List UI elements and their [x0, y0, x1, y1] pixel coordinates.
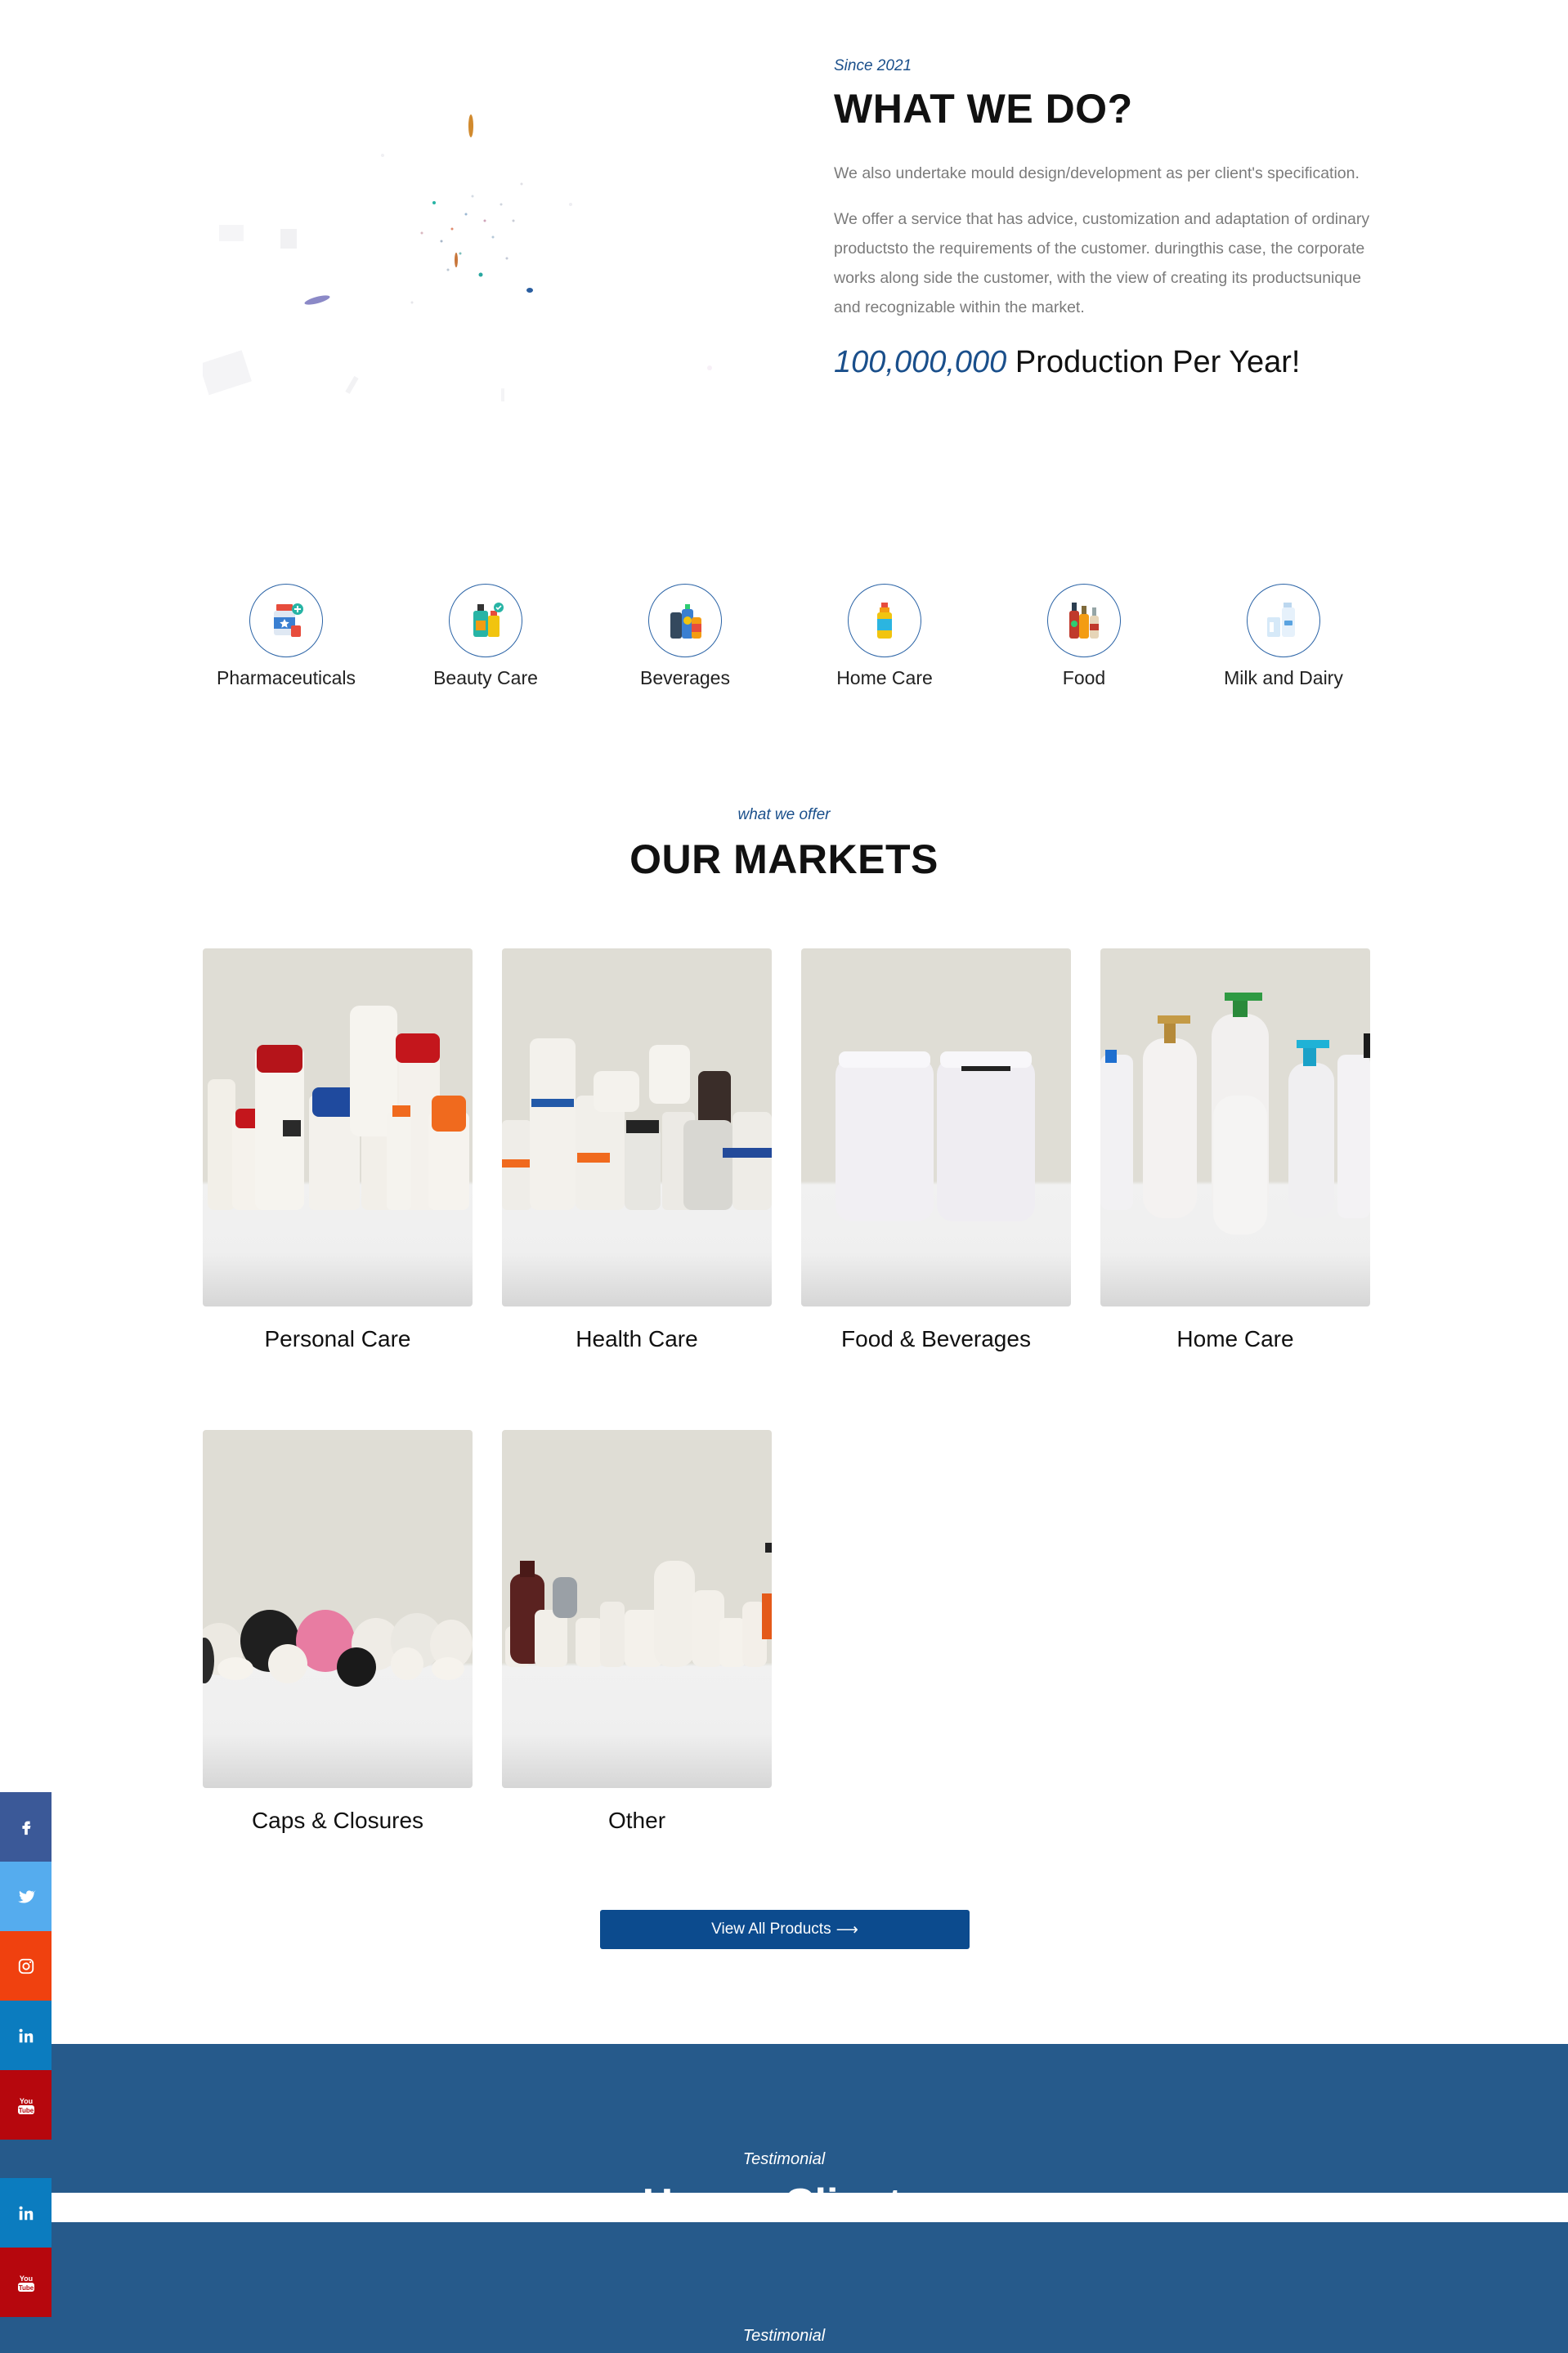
instagram-link[interactable]: [0, 1931, 52, 2001]
linkedin-link-repeat[interactable]: [0, 2178, 52, 2248]
other-image: [502, 1430, 772, 1788]
market-card-label: Food & Beverages: [841, 1326, 1031, 1351]
svg-text:You: You: [19, 2275, 32, 2283]
category-icons-row: Pharmaceuticals Beauty Care Beverages Ho…: [204, 584, 1365, 698]
testimonial-section: Testimonial Happy Clients: [0, 2044, 1568, 2193]
market-card-health-care[interactable]: Health Care: [502, 948, 772, 1352]
linkedin-link[interactable]: [0, 2001, 52, 2070]
testimonial-subtitle: Testimonial: [742, 2327, 826, 2345]
category-beauty-care[interactable]: Beauty Care: [404, 584, 567, 689]
youtube-link-repeat[interactable]: You Tube: [0, 2248, 52, 2317]
svg-text:You: You: [19, 2097, 32, 2105]
what-we-do-paragraph-2: We offer a service that has advice, cust…: [834, 210, 1370, 316]
food-icon: [1047, 584, 1121, 657]
beverages-icon: [648, 584, 722, 657]
markets-title: OUR MARKETS: [629, 836, 939, 882]
testimonial-section-repeat: Testimonial: [0, 2222, 1568, 2353]
testimonial-title: Happy Clients: [0, 2180, 1568, 2193]
beauty-care-icon: [449, 584, 522, 657]
market-card-other[interactable]: Other: [502, 1430, 772, 1834]
category-label: Food: [1062, 667, 1106, 688]
market-card-label: Personal Care: [264, 1326, 411, 1351]
linkedin-icon: [19, 2028, 33, 2042]
production-label: Production Per Year!: [1006, 345, 1301, 379]
milk-dairy-icon: [1247, 584, 1320, 657]
market-card-home-care[interactable]: Home Care: [1100, 948, 1370, 1352]
section-divider: [0, 2193, 1568, 2222]
youtube-link[interactable]: You Tube: [0, 2070, 52, 2140]
home-care-icon: [848, 584, 921, 657]
food-beverages-image: [801, 948, 1071, 1306]
linkedin-icon: [19, 2206, 33, 2220]
view-all-products-button[interactable]: View All Products ⟶: [600, 1910, 970, 1949]
market-card-label: Home Care: [1176, 1326, 1294, 1351]
market-card-caps-closures[interactable]: Caps & Closures: [203, 1430, 473, 1834]
arrow-right-icon: ⟶: [836, 1920, 858, 1938]
health-care-image: [502, 948, 772, 1306]
production-stat: 100,000,000 Production Per Year!: [834, 345, 1373, 380]
facebook-icon: [21, 1821, 30, 1835]
category-label: Home Care: [836, 667, 933, 688]
svg-text:Tube: Tube: [18, 2284, 34, 2292]
markets-subtitle: what we offer: [737, 806, 831, 823]
category-label: Pharmaceuticals: [216, 667, 356, 688]
home-care-image: [1100, 948, 1370, 1306]
what-we-do-section: Since 2021 WHAT WE DO? We also undertake…: [834, 57, 1373, 380]
hero-particle-image: [199, 65, 775, 425]
instagram-icon: [18, 1958, 34, 1974]
what-we-do-paragraph-1: We also undertake mould design/developme…: [834, 164, 1360, 182]
category-pharmaceuticals[interactable]: Pharmaceuticals: [204, 584, 368, 689]
twitter-link[interactable]: [0, 1862, 52, 1931]
youtube-icon: YouTube: [17, 2275, 34, 2292]
caps-closures-image: [203, 1430, 473, 1788]
twitter-icon: [17, 1889, 36, 1903]
market-card-food-beverages[interactable]: Food & Beverages: [801, 948, 1071, 1352]
category-label: Beauty Care: [433, 667, 538, 688]
what-we-do-title: WHAT WE DO?: [834, 86, 1133, 132]
since-label: Since 2021: [834, 57, 912, 74]
market-card-label: Caps & Closures: [251, 1808, 424, 1833]
category-beverages[interactable]: Beverages: [603, 584, 767, 689]
production-number: 100,000,000: [834, 345, 1007, 379]
personal-care-image: [203, 948, 473, 1306]
svg-text:Tube: Tube: [18, 2107, 34, 2114]
youtube-icon: You Tube: [17, 2097, 34, 2114]
market-card-label: Other: [607, 1808, 666, 1833]
testimonial-subtitle: Testimonial: [742, 2150, 826, 2168]
facebook-link[interactable]: [0, 1792, 52, 1862]
market-card-label: Health Care: [576, 1326, 698, 1351]
category-milk-dairy[interactable]: Milk and Dairy: [1202, 584, 1365, 689]
view-all-products-label: View All Products: [711, 1920, 831, 1938]
category-food[interactable]: Food: [1002, 584, 1166, 689]
pharmaceuticals-icon: [249, 584, 323, 657]
market-card-personal-care[interactable]: Personal Care: [203, 948, 473, 1352]
category-label: Beverages: [640, 667, 730, 688]
category-label: Milk and Dairy: [1224, 667, 1343, 688]
category-home-care[interactable]: Home Care: [803, 584, 966, 689]
